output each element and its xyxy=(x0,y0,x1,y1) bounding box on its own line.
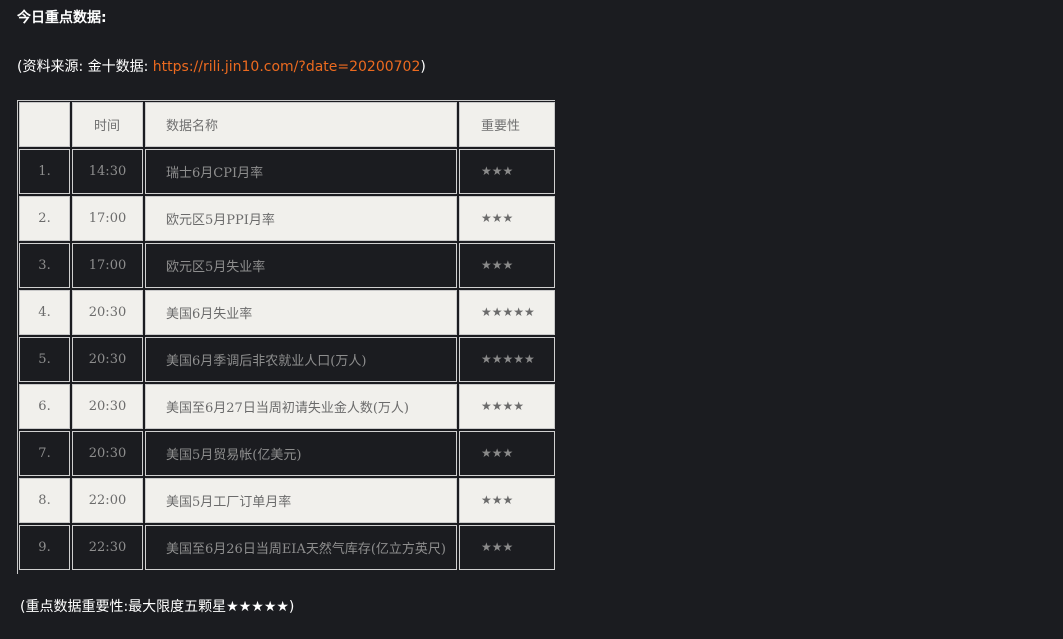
row-index: 1. xyxy=(19,149,70,194)
row-importance: ★★★ xyxy=(459,525,555,570)
table-row: 8. 22:00 美国5月工厂订单月率 ★★★ xyxy=(19,478,555,523)
source-prefix: (资料来源: 金十数据: xyxy=(17,59,153,75)
row-name: 欧元区5月PPI月率 xyxy=(145,196,457,241)
row-index: 6. xyxy=(19,384,70,429)
star-rating: ★★★ xyxy=(481,258,514,272)
star-rating: ★★★ xyxy=(481,164,514,178)
row-importance: ★★★ xyxy=(459,243,555,288)
row-time: 20:30 xyxy=(72,337,143,382)
row-index: 8. xyxy=(19,478,70,523)
row-time: 20:30 xyxy=(72,290,143,335)
data-table-wrapper: 时间 数据名称 重要性 1. 14:30 瑞士6月CPI月率 ★★★ 2. 17… xyxy=(17,100,555,574)
row-index: 9. xyxy=(19,525,70,570)
table-row: 1. 14:30 瑞士6月CPI月率 ★★★ xyxy=(19,149,555,194)
row-name: 美国6月失业率 xyxy=(145,290,457,335)
row-time: 20:30 xyxy=(72,431,143,476)
row-name: 瑞士6月CPI月率 xyxy=(145,149,457,194)
page: 今日重点数据: (资料来源: 金十数据: https://rili.jin10.… xyxy=(0,0,1063,639)
row-name: 美国至6月26日当周EIA天然气库存(亿立方英尺) xyxy=(145,525,457,570)
star-rating: ★★★ xyxy=(481,446,514,460)
row-importance: ★★★ xyxy=(459,478,555,523)
row-importance: ★★★ xyxy=(459,196,555,241)
row-name: 美国5月贸易帐(亿美元) xyxy=(145,431,457,476)
row-importance: ★★★★ xyxy=(459,384,555,429)
row-name: 欧元区5月失业率 xyxy=(145,243,457,288)
star-rating: ★★★ xyxy=(481,493,514,507)
row-index: 7. xyxy=(19,431,70,476)
table-row: 9. 22:30 美国至6月26日当周EIA天然气库存(亿立方英尺) ★★★ xyxy=(19,525,555,570)
row-time: 17:00 xyxy=(72,196,143,241)
header-importance: 重要性 xyxy=(459,102,555,147)
star-rating: ★★★★★ xyxy=(481,352,535,366)
table-row: 6. 20:30 美国至6月27日当周初请失业金人数(万人) ★★★★ xyxy=(19,384,555,429)
row-time: 14:30 xyxy=(72,149,143,194)
row-index: 3. xyxy=(19,243,70,288)
row-time: 22:30 xyxy=(72,525,143,570)
star-rating: ★★★ xyxy=(481,540,514,554)
table-row: 7. 20:30 美国5月贸易帐(亿美元) ★★★ xyxy=(19,431,555,476)
row-importance: ★★★★★ xyxy=(459,290,555,335)
star-rating: ★★★ xyxy=(481,211,514,225)
table-row: 5. 20:30 美国6月季调后非农就业人口(万人) ★★★★★ xyxy=(19,337,555,382)
row-importance: ★★★★★ xyxy=(459,337,555,382)
source-line: (资料来源: 金十数据: https://rili.jin10.com/?dat… xyxy=(17,58,426,76)
table-row: 4. 20:30 美国6月失业率 ★★★★★ xyxy=(19,290,555,335)
row-time: 17:00 xyxy=(72,243,143,288)
data-table: 时间 数据名称 重要性 1. 14:30 瑞士6月CPI月率 ★★★ 2. 17… xyxy=(17,100,557,572)
star-rating: ★★★★★ xyxy=(481,305,535,319)
star-rating: ★★★★ xyxy=(481,399,525,413)
row-index: 2. xyxy=(19,196,70,241)
row-index: 5. xyxy=(19,337,70,382)
importance-footnote: (重点数据重要性:最大限度五颗星★★★★★) xyxy=(20,599,295,615)
row-time: 22:00 xyxy=(72,478,143,523)
table-row: 3. 17:00 欧元区5月失业率 ★★★ xyxy=(19,243,555,288)
table-row: 2. 17:00 欧元区5月PPI月率 ★★★ xyxy=(19,196,555,241)
header-name: 数据名称 xyxy=(145,102,457,147)
row-name: 美国至6月27日当周初请失业金人数(万人) xyxy=(145,384,457,429)
row-index: 4. xyxy=(19,290,70,335)
page-title: 今日重点数据: xyxy=(17,10,107,26)
header-time: 时间 xyxy=(72,102,143,147)
source-link[interactable]: https://rili.jin10.com/?date=20200702 xyxy=(153,59,421,75)
row-name: 美国6月季调后非农就业人口(万人) xyxy=(145,337,457,382)
row-importance: ★★★ xyxy=(459,149,555,194)
table-header-row: 时间 数据名称 重要性 xyxy=(19,102,555,147)
source-suffix: ) xyxy=(420,59,426,75)
row-name: 美国5月工厂订单月率 xyxy=(145,478,457,523)
row-time: 20:30 xyxy=(72,384,143,429)
row-importance: ★★★ xyxy=(459,431,555,476)
header-index xyxy=(19,102,70,147)
